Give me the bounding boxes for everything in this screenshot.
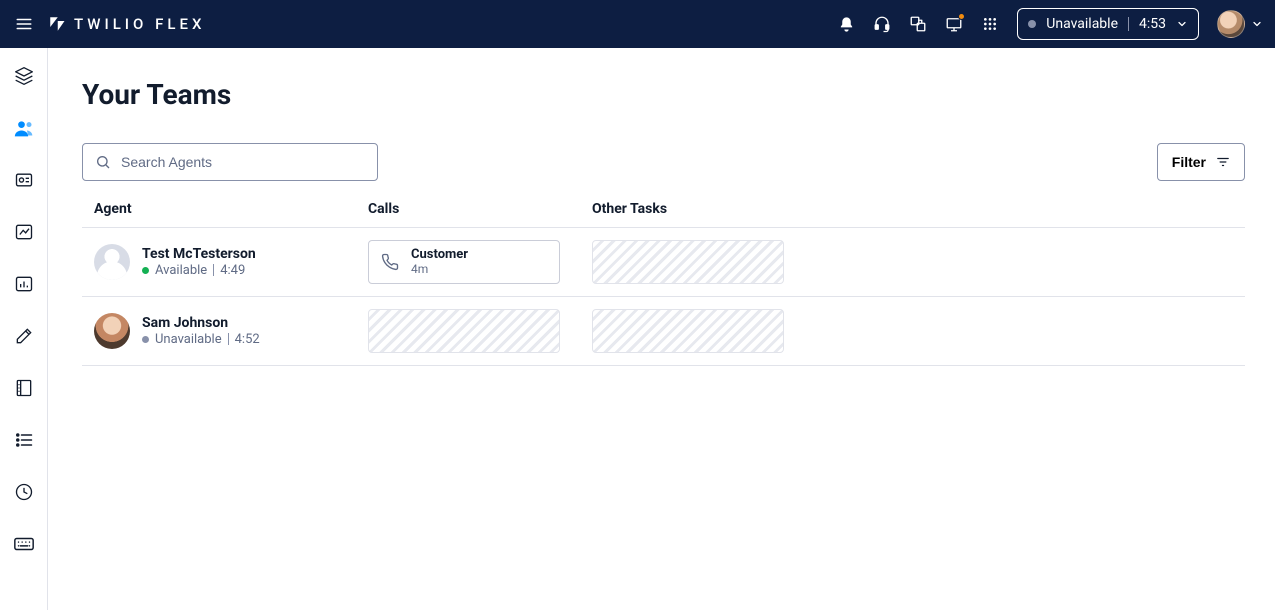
apps-icon[interactable] <box>981 15 999 33</box>
main-content: Your Teams Filter Agent Calls Other Task… <box>48 48 1275 610</box>
search-input[interactable] <box>121 154 365 170</box>
status-label: Unavailable <box>1046 16 1118 32</box>
agent-status-label: Unavailable <box>155 332 222 347</box>
notification-dot <box>958 13 965 20</box>
status-dot-icon <box>142 336 149 343</box>
call-title: Customer <box>411 248 468 262</box>
bell-icon[interactable] <box>837 15 855 33</box>
call-task-card[interactable]: Customer 4m <box>368 240 560 284</box>
topbar: TWILIO FLEX Unavailable 4:53 <box>0 0 1275 48</box>
column-headers: Agent Calls Other Tasks <box>82 201 1245 227</box>
col-other: Other Tasks <box>592 201 1233 217</box>
agent-cell: Sam Johnson Unavailable 4:52 <box>94 313 368 349</box>
separator <box>213 264 214 276</box>
sidebar-item-keyboard[interactable] <box>10 530 38 558</box>
separator <box>228 333 229 345</box>
headset-icon[interactable] <box>873 15 891 33</box>
menu-button[interactable] <box>10 10 38 38</box>
page-title: Your Teams <box>82 78 1245 111</box>
brand: TWILIO FLEX <box>48 15 205 33</box>
col-agent: Agent <box>94 201 368 217</box>
status-dot-icon <box>1028 20 1036 28</box>
brand-logo-icon <box>48 15 66 33</box>
agent-status-time: 4:52 <box>235 332 260 347</box>
sidebar-item-teams[interactable] <box>10 114 38 142</box>
separator <box>1128 17 1129 31</box>
toolbar: Filter <box>82 143 1245 181</box>
search-container <box>82 143 378 181</box>
transfer-icon[interactable] <box>909 15 927 33</box>
agent-avatar <box>94 313 130 349</box>
sidebar-item-stats[interactable] <box>10 270 38 298</box>
phone-icon <box>381 253 399 271</box>
sidebar-item-chart[interactable] <box>10 218 38 246</box>
col-calls: Calls <box>368 201 592 217</box>
sidebar-item-edit[interactable] <box>10 322 38 350</box>
agent-name: Test McTesterson <box>142 246 256 263</box>
calls-cell <box>368 309 592 353</box>
agent-status: Unavailable 4:52 <box>142 332 260 347</box>
calls-cell: Customer 4m <box>368 240 592 284</box>
other-cell <box>592 240 1233 284</box>
topbar-right: Unavailable 4:53 <box>837 8 1263 40</box>
sidebar-item-history[interactable] <box>10 478 38 506</box>
empty-task-slot <box>592 240 784 284</box>
agent-status-label: Available <box>155 263 207 278</box>
agent-status: Available 4:49 <box>142 263 256 278</box>
search-icon <box>95 154 111 170</box>
agent-name: Sam Johnson <box>142 315 260 332</box>
user-menu[interactable] <box>1217 10 1263 38</box>
empty-task-slot <box>592 309 784 353</box>
sidebar <box>0 48 48 610</box>
other-cell <box>592 309 1233 353</box>
sidebar-item-layers[interactable] <box>10 62 38 90</box>
table-row[interactable]: Sam Johnson Unavailable 4:52 <box>82 296 1245 366</box>
sidebar-item-list[interactable] <box>10 426 38 454</box>
filter-icon <box>1216 155 1230 169</box>
hamburger-icon <box>15 15 33 33</box>
agent-avatar <box>94 244 130 280</box>
sidebar-item-contact[interactable] <box>10 166 38 194</box>
user-avatar <box>1217 10 1245 38</box>
sidebar-item-book[interactable] <box>10 374 38 402</box>
filter-label: Filter <box>1172 154 1206 170</box>
empty-task-slot <box>368 309 560 353</box>
chevron-down-icon <box>1251 18 1263 30</box>
monitor-icon[interactable] <box>945 15 963 33</box>
status-time: 4:53 <box>1139 16 1166 32</box>
call-duration: 4m <box>411 262 468 276</box>
status-dot-icon <box>142 267 149 274</box>
table-row[interactable]: Test McTesterson Available 4:49 Customer… <box>82 227 1245 296</box>
agent-status-time: 4:49 <box>220 263 245 278</box>
brand-text: TWILIO FLEX <box>74 15 205 33</box>
agent-cell: Test McTesterson Available 4:49 <box>94 244 368 280</box>
chevron-down-icon <box>1176 18 1188 30</box>
filter-button[interactable]: Filter <box>1157 143 1245 181</box>
status-selector[interactable]: Unavailable 4:53 <box>1017 8 1199 40</box>
